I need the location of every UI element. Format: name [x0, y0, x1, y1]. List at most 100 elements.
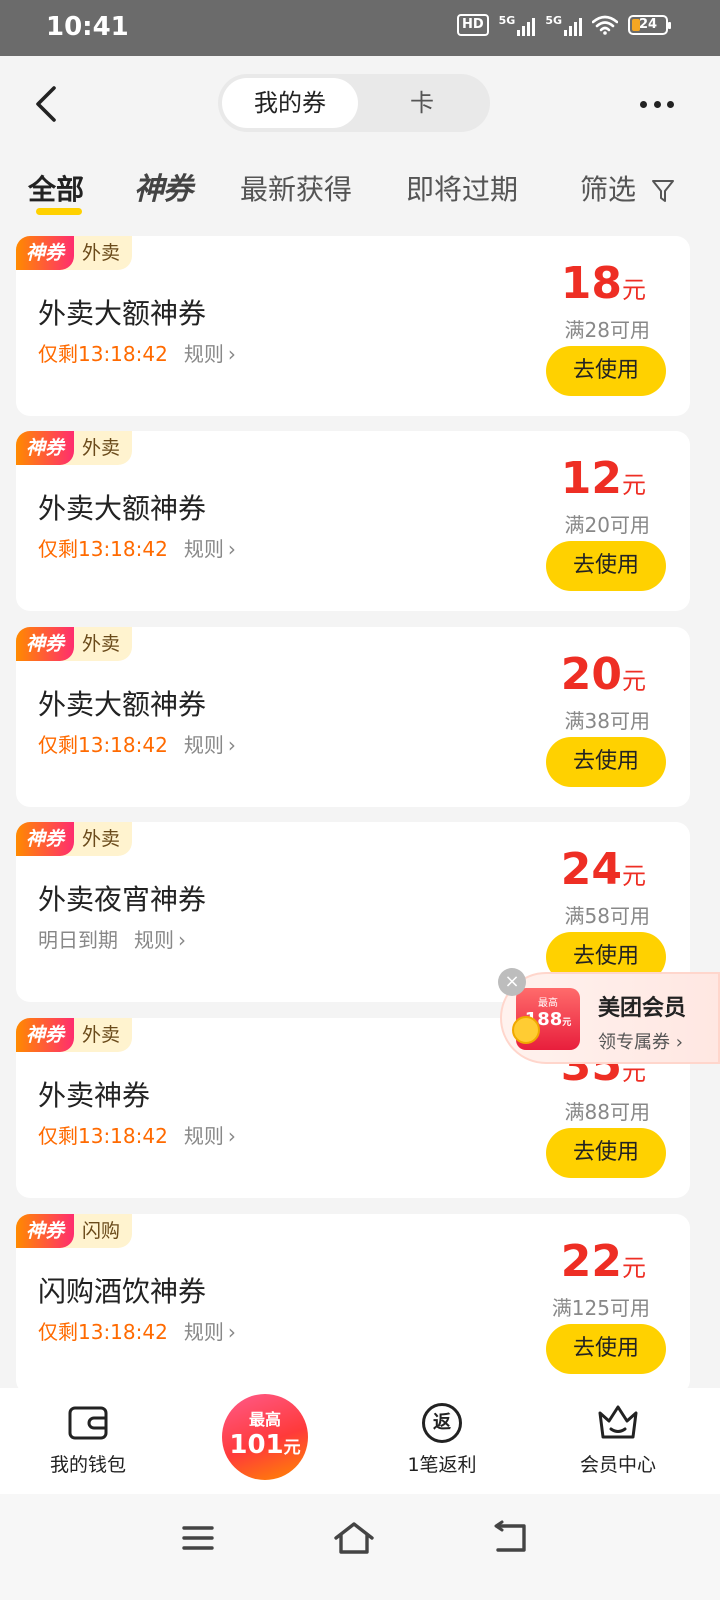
status-bar: 10:41 HD 5G 5G 24 [0, 0, 720, 56]
wallet-button[interactable]: 我的钱包 [18, 1400, 158, 1477]
coupon-threshold: 满20可用 [564, 513, 650, 537]
rule-link[interactable]: 规则 › [184, 1120, 236, 1149]
member-center-label: 会员中心 [579, 1454, 656, 1476]
rebate-icon: 返 [372, 1400, 512, 1446]
wallet-icon [18, 1400, 158, 1446]
member-title: 美团会员 [598, 996, 687, 1021]
crown-basket-icon [548, 1400, 688, 1446]
member-promo-popup[interactable]: 最高 188元 美团会员 领专属券 › [500, 972, 720, 1064]
home-nav-button[interactable] [332, 1518, 376, 1558]
coupon-title: 外卖大额神券 [38, 297, 207, 330]
expiry-countdown: 仅剩13:18:42 [38, 1320, 168, 1344]
system-nav-bar [0, 1494, 720, 1600]
coupon-threshold: 满125可用 [551, 1296, 650, 1320]
segment-cards[interactable]: 卡 [358, 78, 486, 128]
coupon-threshold: 满28可用 [564, 318, 650, 342]
chevron-right-icon: › [227, 733, 236, 757]
tab-all[interactable]: 全部 [28, 168, 84, 208]
coupon-tags: 神券 外卖 [16, 627, 133, 661]
coupon-sub: 明日到期 规则 › [38, 924, 186, 953]
rule-link[interactable]: 规则 › [134, 924, 186, 953]
signal-icon-2: 5G [545, 14, 582, 36]
coupon-tags: 神券 外卖 [16, 236, 133, 270]
rule-link[interactable]: 规则 › [184, 338, 236, 367]
tab-super-coupon[interactable]: 神券 [134, 164, 193, 208]
use-coupon-button[interactable]: 去使用 [546, 737, 666, 787]
rebate-button[interactable]: 返 1笔返利 [372, 1400, 512, 1477]
rule-label: 规则 [183, 733, 224, 757]
expiry-countdown: 仅剩13:18:42 [38, 733, 168, 757]
coupon-tags: 神券 外卖 [16, 822, 133, 856]
menu-nav-button[interactable] [176, 1518, 220, 1558]
rule-link[interactable]: 规则 › [184, 729, 236, 758]
expiry-countdown: 仅剩13:18:42 [38, 537, 168, 561]
member-subtitle-label: 领专属券 [598, 1032, 670, 1053]
use-coupon-button[interactable]: 去使用 [546, 541, 666, 591]
coupon-title: 闪购酒饮神券 [38, 1275, 207, 1308]
coupon-card: 神券 外卖 外卖大额神券 仅剩13:18:42 规则 › 12元 满20可用 去使… [16, 431, 690, 611]
signal-icon: 5G [499, 14, 536, 36]
coupon-amount: 12元 [561, 453, 646, 504]
coupon-amount: 24元 [561, 844, 646, 895]
back-nav-button[interactable] [490, 1518, 534, 1558]
max-discount-value: 101 [229, 1430, 284, 1460]
close-icon[interactable]: × [498, 968, 526, 996]
use-coupon-button[interactable]: 去使用 [546, 346, 666, 396]
amount-unit: 元 [622, 471, 646, 499]
rule-link[interactable]: 规则 › [184, 533, 236, 562]
coupon-tags: 神券 闪购 [16, 1214, 133, 1248]
filter-icon [651, 180, 674, 202]
back-button[interactable] [30, 84, 66, 124]
super-coupon-badge: 神券 [16, 431, 75, 465]
amount-unit: 元 [622, 862, 646, 890]
tab-expiring[interactable]: 即将过期 [406, 168, 518, 208]
member-badge-unit: 元 [562, 1018, 572, 1028]
expiry-countdown: 仅剩13:18:42 [38, 1124, 168, 1148]
more-options-button[interactable] [640, 94, 674, 114]
member-center-button[interactable]: 会员中心 [548, 1400, 688, 1477]
menu-icon [182, 1526, 214, 1550]
super-coupon-badge: 神券 [16, 627, 75, 661]
max-discount-label: 最高 [248, 1410, 281, 1429]
rule-label: 规则 [183, 1320, 224, 1344]
chevron-right-icon: › [227, 1124, 236, 1148]
coupon-tags: 神券 外卖 [16, 431, 133, 465]
home-icon [334, 1522, 374, 1554]
rule-link[interactable]: 规则 › [184, 1316, 236, 1345]
status-time: 10:41 [46, 12, 129, 42]
coupon-title: 外卖神券 [38, 1079, 151, 1112]
status-icons: HD 5G 5G 24 [456, 14, 671, 36]
segment-my-coupons[interactable]: 我的券 [222, 78, 358, 128]
expiry-date: 明日到期 [38, 928, 118, 952]
tab-latest[interactable]: 最新获得 [240, 168, 352, 208]
amount-value: 20 [560, 649, 622, 700]
hd-icon: HD [456, 14, 489, 36]
super-coupon-badge: 神券 [16, 1214, 75, 1248]
amount-value: 24 [560, 844, 622, 895]
bottom-bar: 我的钱包 最高 101元 返 1笔返利 会员中心 [0, 1388, 720, 1494]
coupon-title: 外卖夜宵神券 [38, 883, 207, 916]
coupon-amount: 20元 [561, 649, 646, 700]
amount-unit: 元 [622, 276, 646, 304]
rebate-icon-text: 返 [422, 1403, 462, 1443]
coupon-threshold: 满58可用 [564, 904, 650, 928]
chevron-right-icon: › [227, 342, 236, 366]
coupon-amount: 18元 [561, 258, 646, 309]
amount-value: 18 [560, 258, 622, 309]
amount-value: 22 [560, 1236, 622, 1287]
back-arrow-icon [36, 86, 56, 122]
max-discount-amount: 101元 [229, 1430, 300, 1460]
rule-label: 规则 [134, 928, 174, 952]
more-dot-icon [640, 100, 647, 108]
max-discount-button[interactable]: 最高 101元 [222, 1394, 308, 1480]
use-coupon-button[interactable]: 去使用 [546, 1324, 666, 1374]
chevron-right-icon: › [178, 928, 186, 952]
use-coupon-button[interactable]: 去使用 [546, 1128, 666, 1178]
tab-filter[interactable]: 筛选 [580, 168, 675, 208]
more-dot-icon [653, 100, 661, 108]
gold-coin-icon [512, 1016, 540, 1044]
chevron-right-icon: › [227, 1320, 236, 1344]
super-coupon-badge: 神券 [16, 236, 75, 270]
coupon-sub: 仅剩13:18:42 规则 › [38, 338, 236, 367]
coupon-threshold: 满88可用 [564, 1100, 650, 1124]
